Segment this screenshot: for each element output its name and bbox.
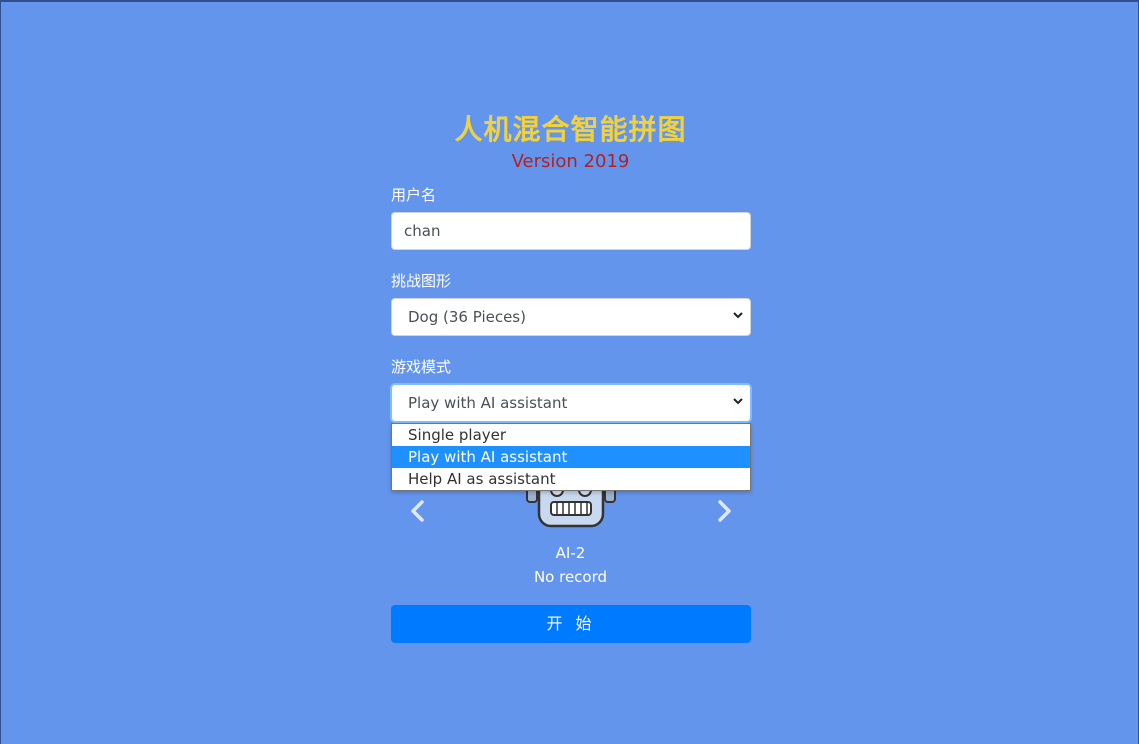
shape-label: 挑战图形 — [391, 272, 452, 290]
username-label: 用户名 — [391, 186, 437, 204]
mode-option-help-ai[interactable]: Help AI as assistant — [392, 468, 750, 490]
chevron-down-icon — [732, 299, 744, 335]
chevron-left-icon[interactable] — [403, 499, 433, 530]
mode-select-value: Play with AI assistant — [408, 394, 568, 412]
mode-label: 游戏模式 — [391, 358, 452, 376]
ai-record: No record — [533, 568, 608, 586]
ai-name: AI-2 — [555, 544, 586, 562]
mode-option-play-with-ai[interactable]: Play with AI assistant — [392, 446, 750, 468]
page-title: 人机混合智能拼图 — [454, 113, 687, 146]
chevron-down-icon — [732, 385, 744, 421]
version-label: Version 2019 — [511, 151, 630, 172]
shape-select[interactable]: Dog (36 Pieces) — [391, 298, 751, 336]
start-button[interactable]: 开 始 — [391, 605, 751, 643]
mode-select[interactable]: Play with AI assistant — [391, 384, 751, 422]
shape-select-value: Dog (36 Pieces) — [408, 308, 526, 326]
username-input[interactable]: chan — [391, 212, 751, 250]
chevron-right-icon[interactable] — [709, 499, 739, 530]
mode-dropdown-list: Single player Play with AI assistant Hel… — [391, 423, 751, 491]
mode-option-single-player[interactable]: Single player — [392, 424, 750, 446]
